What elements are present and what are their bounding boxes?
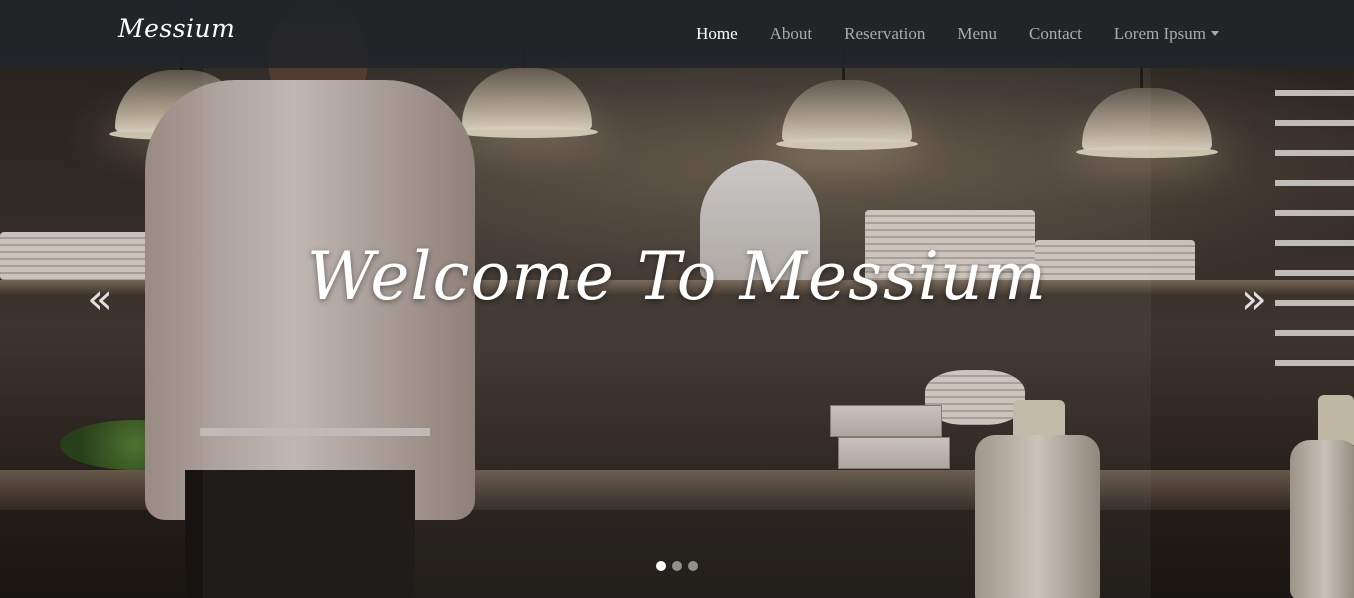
carousel-prev-button[interactable]: « (80, 276, 120, 322)
nav-menu: Home About Reservation Menu Contact Lore… (696, 0, 1219, 68)
nav-link-reservation[interactable]: Reservation (844, 24, 925, 44)
brand-logo[interactable]: Messium (118, 14, 235, 43)
caret-down-icon (1211, 31, 1219, 36)
carousel-caption: Welcome To Messium (306, 238, 1048, 315)
nav-link-home[interactable]: Home (696, 24, 738, 44)
carousel-indicator[interactable] (688, 561, 698, 571)
nav-dropdown-lorem-ipsum[interactable]: Lorem Ipsum (1114, 24, 1219, 44)
carousel-indicator[interactable] (656, 561, 666, 571)
carousel-indicators (0, 561, 1354, 571)
double-chevron-right-icon: » (1241, 274, 1267, 323)
nav-link-about[interactable]: About (770, 24, 813, 44)
nav-link-menu[interactable]: Menu (957, 24, 997, 44)
carousel-indicator[interactable] (672, 561, 682, 571)
nav-link-contact[interactable]: Contact (1029, 24, 1082, 44)
carousel-slide-panel (203, 68, 1151, 598)
carousel-next-button[interactable]: » (1234, 276, 1274, 322)
navbar: Messium Home About Reservation Menu Cont… (0, 0, 1354, 68)
double-chevron-left-icon: « (87, 274, 113, 323)
nav-dropdown-label: Lorem Ipsum (1113, 24, 1206, 43)
